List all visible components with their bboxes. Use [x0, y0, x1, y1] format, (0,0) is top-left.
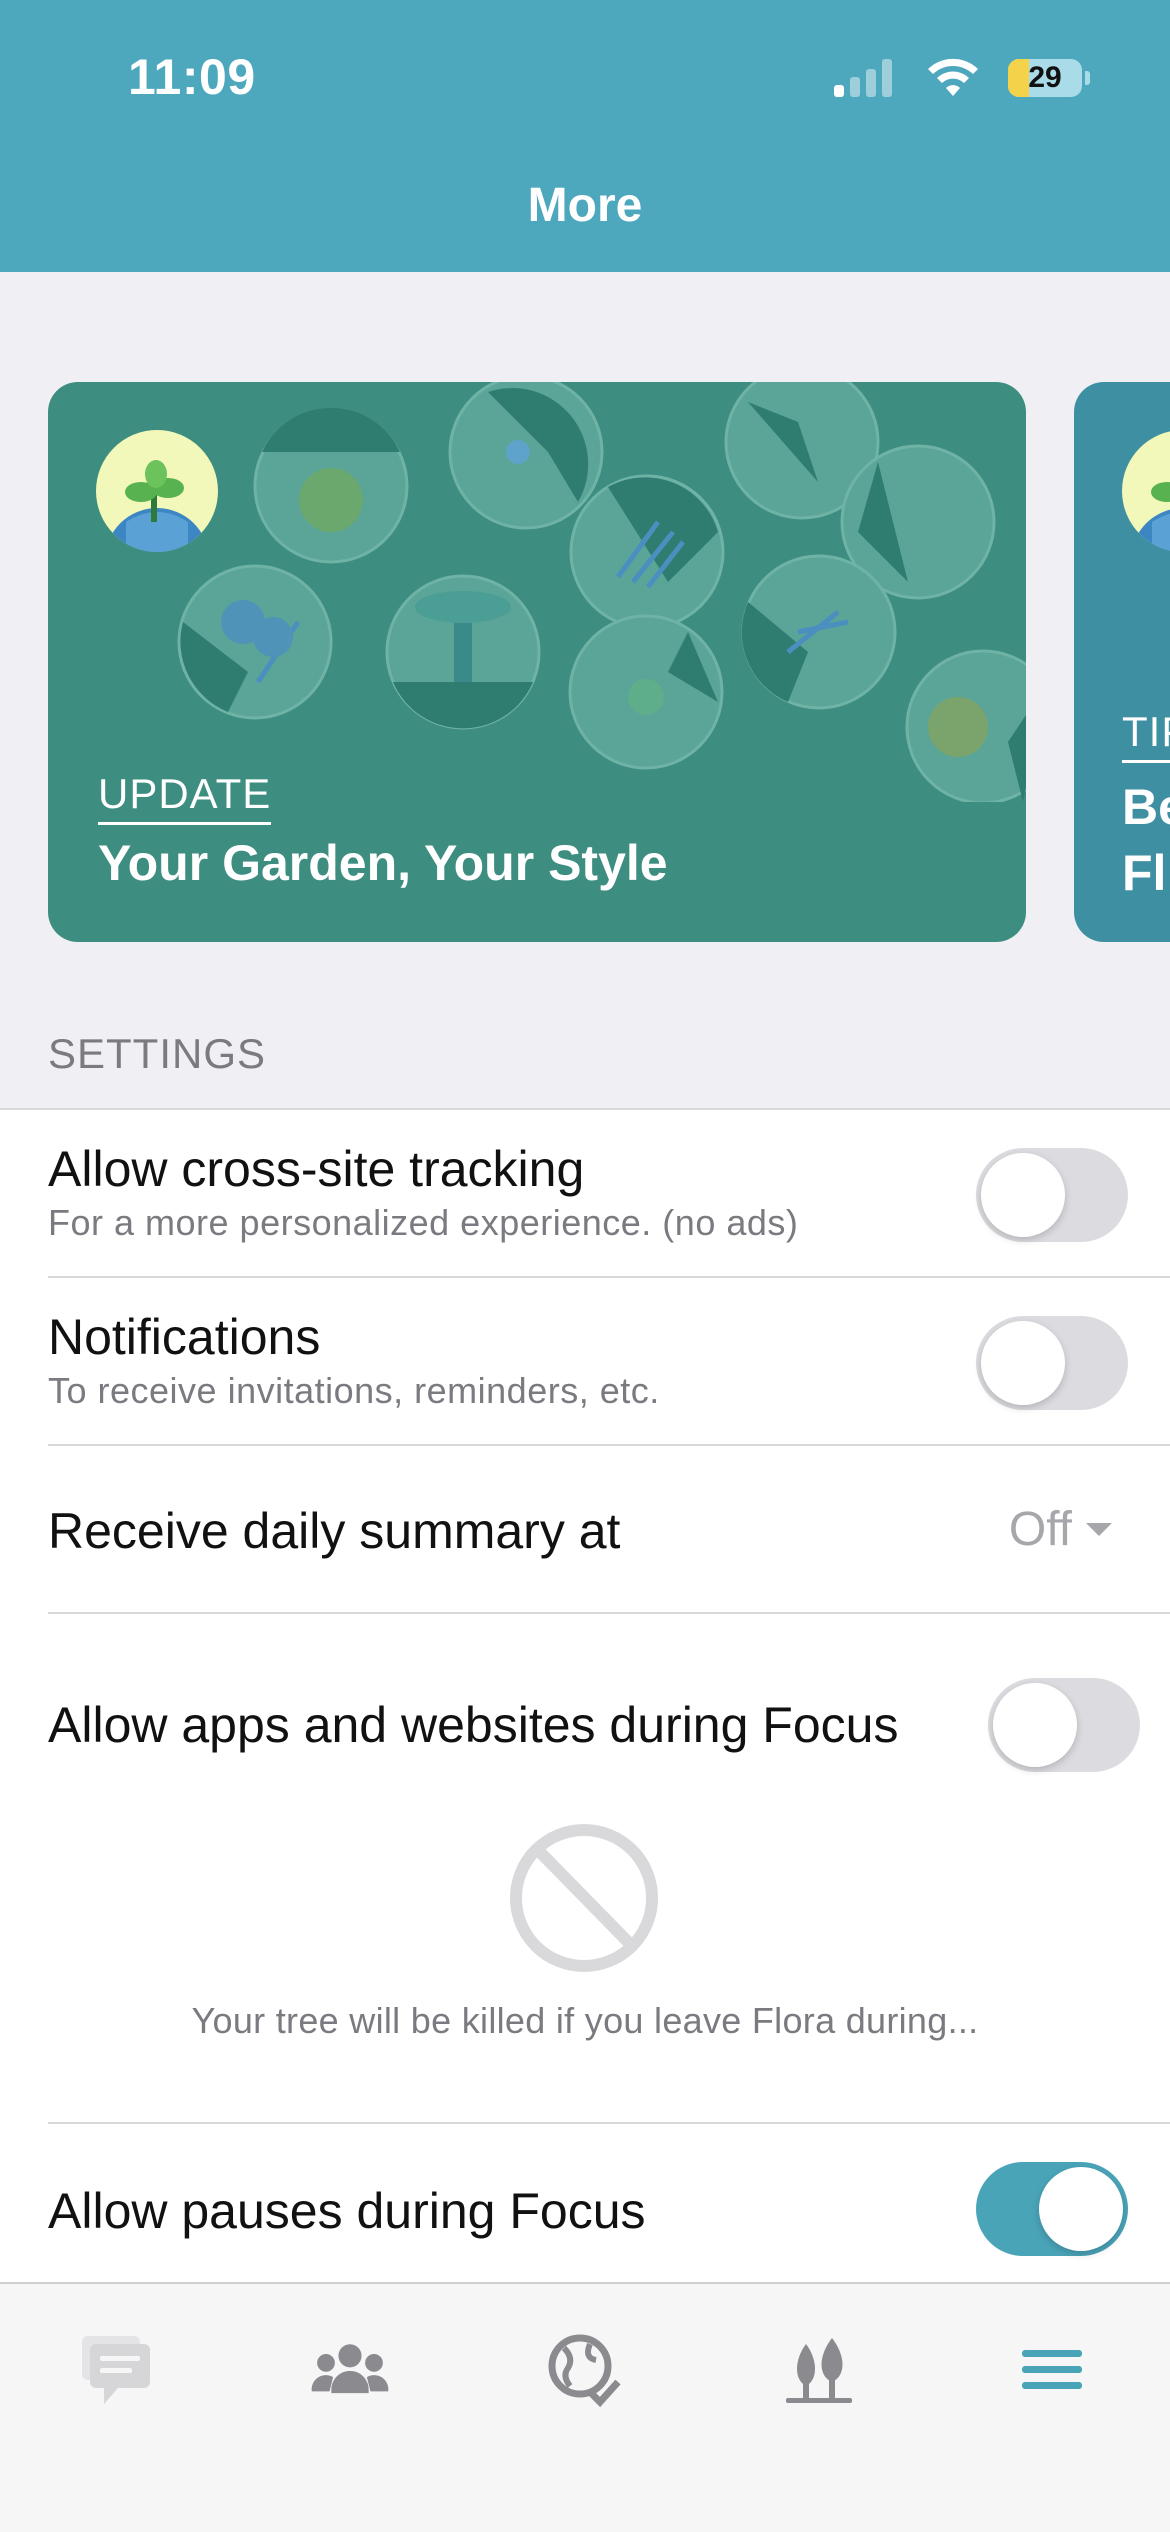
friends-icon: [311, 2344, 389, 2394]
menu-icon: [1022, 2350, 1082, 2389]
featured-cards-carousel[interactable]: UPDATE Your Garden, Your Style TIP Be Fl: [0, 382, 1170, 942]
chevron-down-icon: [1086, 1523, 1112, 1536]
setting-label: Notifications: [48, 1309, 321, 1365]
plant-avatar-icon: [96, 430, 218, 552]
setting-daily-summary[interactable]: Receive daily summary at Off: [48, 1446, 1170, 1614]
setting-allow-pauses: Allow pauses during Focus: [48, 2124, 1170, 2292]
battery-tip: [1085, 71, 1090, 85]
setting-label: Allow apps and websites during Focus: [48, 1697, 899, 1753]
dropdown-value: Off: [1008, 1503, 1072, 1556]
setting-notifications: Notifications To receive invitations, re…: [48, 1278, 1170, 1446]
tab-world[interactable]: [544, 2330, 624, 2410]
tab-chat[interactable]: [76, 2330, 156, 2410]
globe-check-icon: [548, 2334, 621, 2408]
card-tip[interactable]: TIP Be Fl: [1074, 382, 1170, 942]
tab-friends[interactable]: [310, 2330, 390, 2410]
signal-icon: [834, 59, 892, 97]
allow-apps-toggle[interactable]: [988, 1678, 1140, 1772]
battery-icon: 29: [1008, 59, 1082, 97]
trees-icon: [786, 2338, 852, 2403]
card-tag: TIP: [1122, 708, 1170, 763]
tab-more[interactable]: [1012, 2330, 1092, 2410]
tab-bar: [0, 2282, 1170, 2532]
setting-label: Allow pauses during Focus: [48, 2183, 646, 2239]
card-title: Be Fl: [1122, 779, 1170, 901]
tracking-toggle[interactable]: [976, 1148, 1128, 1242]
daily-summary-dropdown[interactable]: Off: [1009, 1502, 1112, 1557]
focus-warning-text: Your tree will be killed if you leave Fl…: [191, 2000, 979, 2041]
status-time: 11:09: [128, 49, 256, 105]
card-update[interactable]: UPDATE Your Garden, Your Style: [48, 382, 1026, 942]
block-icon: [510, 1824, 658, 1972]
notifications-toggle[interactable]: [976, 1316, 1128, 1410]
plant-avatar-icon: [1122, 430, 1170, 552]
setting-label: Receive daily summary at: [48, 1503, 621, 1559]
tab-trees[interactable]: [778, 2330, 858, 2410]
allow-pauses-toggle[interactable]: [976, 2162, 1128, 2256]
app-header: 11:09 29 More: [0, 0, 1170, 272]
settings-section-title: SETTINGS: [48, 1030, 267, 1077]
setting-cross-site-tracking: Allow cross-site tracking For a more per…: [48, 1110, 1170, 1278]
status-icons: 29: [834, 56, 1090, 100]
card-title: Your Garden, Your Style: [98, 835, 668, 891]
wifi-icon: [928, 58, 978, 96]
card-tag: UPDATE: [98, 770, 272, 825]
setting-label: Allow cross-site tracking: [48, 1141, 585, 1197]
battery-level-text: 29: [1028, 61, 1062, 94]
setting-description: To receive invitations, reminders, etc.: [48, 1370, 660, 1411]
chat-icon: [82, 2336, 150, 2404]
setting-description: For a more personalized experience. (no …: [48, 1202, 799, 1243]
page-title: More: [527, 179, 643, 232]
settings-list: Allow cross-site tracking For a more per…: [0, 1108, 1170, 2282]
